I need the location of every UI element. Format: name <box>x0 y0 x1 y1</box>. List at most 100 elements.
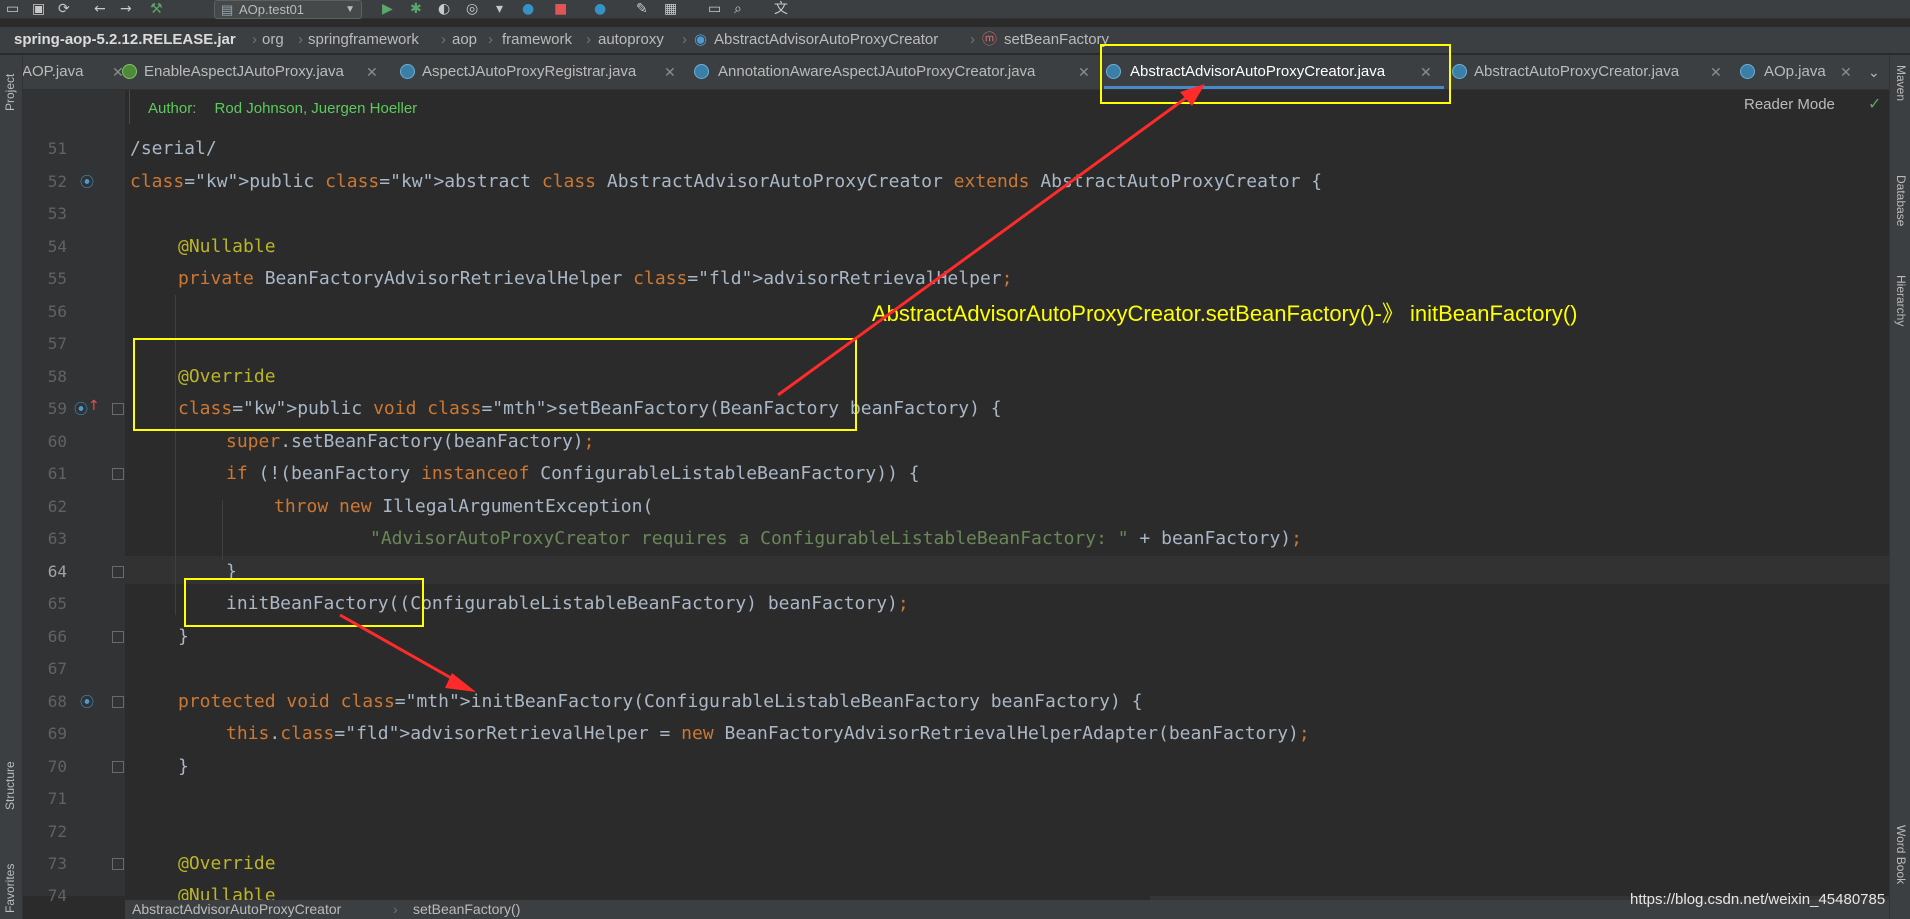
breadcrumb-separator: › <box>393 901 398 917</box>
close-icon[interactable]: ✕ <box>1078 55 1090 89</box>
open-folder-icon[interactable]: ▭ <box>6 1 19 17</box>
coverage-icon[interactable]: ◐ <box>438 1 450 17</box>
implements-icon[interactable]: ⦿ <box>80 172 94 192</box>
class-file-icon <box>400 64 415 79</box>
breadcrumb-jar[interactable]: spring-aop-5.2.12.RELEASE.jar <box>14 27 236 53</box>
word-book-panel-button[interactable]: Word Book <box>1894 825 1908 884</box>
overrides-icon[interactable]: ⦿ <box>74 399 88 419</box>
code-line[interactable]: if (!(beanFactory instanceof Configurabl… <box>226 463 920 484</box>
structure-panel-button[interactable]: Structure <box>3 761 17 810</box>
code-line[interactable]: super.setBeanFactory(beanFactory); <box>226 431 594 452</box>
inspection-ok-icon[interactable]: ✓ <box>1868 94 1881 113</box>
stop-icon[interactable]: ■ <box>554 1 567 17</box>
line-number: 72 <box>47 822 67 841</box>
breadcrumb-method[interactable]: setBeanFactory <box>1004 27 1109 53</box>
fold-icon[interactable] <box>112 566 124 578</box>
project-panel-button[interactable]: Project <box>3 74 17 111</box>
tab-label: AOP.java <box>22 63 84 80</box>
close-icon[interactable]: ✕ <box>366 55 378 89</box>
hierarchy-panel-button[interactable]: Hierarchy <box>1894 275 1908 326</box>
class-file-icon <box>694 64 709 79</box>
fold-icon[interactable] <box>112 403 124 415</box>
line-number: 51 <box>47 139 67 158</box>
fold-icon[interactable] <box>112 858 124 870</box>
settings-wrench-icon[interactable]: ✎ <box>636 1 648 17</box>
update-icon[interactable]: ● <box>522 1 534 17</box>
tab-list-chevron-icon[interactable]: ⌄ <box>1868 55 1880 89</box>
line-number: 66 <box>47 627 67 646</box>
fold-icon[interactable] <box>112 696 124 708</box>
tab-label: AnnotationAwareAspectJAutoProxyCreator.j… <box>718 63 1036 80</box>
right-tool-window-bar: Maven Database Hierarchy Word Book <box>1889 55 1910 919</box>
breadcrumb-separator: › <box>252 31 257 48</box>
search-icon[interactable]: ⌕ <box>734 1 742 17</box>
translate-icon[interactable]: 文 <box>774 1 788 17</box>
close-icon[interactable]: ✕ <box>1840 55 1852 89</box>
line-number: 61 <box>47 464 67 483</box>
back-icon[interactable]: ← <box>94 1 106 17</box>
reader-mode-toggle[interactable]: Reader Mode <box>1744 96 1835 113</box>
line-number: 73 <box>47 854 67 873</box>
line-number: 65 <box>47 594 67 613</box>
profile-icon[interactable]: ◎ <box>466 1 478 17</box>
highlight-box-tab <box>1100 44 1451 104</box>
code-line[interactable]: private BeanFactoryAdvisorRetrievalHelpe… <box>178 268 1012 289</box>
breadcrumb-org[interactable]: org <box>262 27 284 53</box>
tab-annotation-aware-aspectj-auto-proxy-creator[interactable]: AnnotationAwareAspectJAutoProxyCreator.j… <box>694 55 1090 89</box>
breadcrumb-framework[interactable]: framework <box>502 27 572 53</box>
run-configuration-select[interactable]: ▤ AOp.test01 ▼ <box>214 0 362 19</box>
run-icon[interactable]: ▶ <box>382 1 393 17</box>
tab-abstract-auto-proxy-creator[interactable]: AbstractAutoProxyCreator.java ✕ <box>1452 55 1730 89</box>
line-number: 62 <box>47 497 67 516</box>
main-toolbar: ▭ ▣ ⟳ ← → ⚒ ▤ AOp.test01 ▼ ▶ ✱ ◐ ◎ ▾ ● ■… <box>0 0 1910 19</box>
code-line[interactable]: "AdvisorAutoProxyCreator requires a Conf… <box>370 528 1302 549</box>
build-icon[interactable]: ⚒ <box>150 1 163 17</box>
breadcrumb-separator: › <box>441 31 446 48</box>
tab-label: AOp.java <box>1764 63 1826 80</box>
code-line[interactable]: throw new IllegalArgumentException( <box>274 496 653 517</box>
code-line[interactable]: @Nullable <box>178 236 276 257</box>
close-icon[interactable]: ✕ <box>1710 55 1722 89</box>
breadcrumb-separator: › <box>488 31 493 48</box>
override-arrow-up-icon[interactable]: ↑ <box>88 398 100 414</box>
breadcrumb-aop[interactable]: aop <box>452 27 477 53</box>
bottom-breadcrumb-method[interactable]: setBeanFactory() <box>413 900 520 919</box>
tab-aspectj-auto-proxy-registrar[interactable]: AspectJAutoProxyRegistrar.java ✕ <box>400 55 680 89</box>
code-line[interactable]: } <box>178 756 189 777</box>
code-editor[interactable] <box>125 90 1889 896</box>
more-run-dropdown-icon[interactable]: ▾ <box>496 1 503 17</box>
tab-enable-aspectj-auto-proxy[interactable]: EnableAspectJAutoProxy.java ✕ <box>122 55 384 89</box>
help-icon[interactable]: ● <box>594 1 606 17</box>
overridden-icon[interactable]: ⦿ <box>80 692 94 712</box>
doc-comment-border <box>129 90 130 124</box>
tab-aop-java-2[interactable]: AOp.java ✕ <box>1740 55 1858 89</box>
breadcrumb-separator: › <box>586 31 591 48</box>
breadcrumb-springframework[interactable]: springframework <box>308 27 419 53</box>
fold-icon[interactable] <box>112 761 124 773</box>
breadcrumb-class[interactable]: AbstractAdvisorAutoProxyCreator <box>714 27 938 53</box>
line-number: 55 <box>47 269 67 288</box>
close-icon[interactable]: ✕ <box>664 55 676 89</box>
favorites-panel-button[interactable]: Favorites <box>3 864 17 913</box>
fold-icon[interactable] <box>112 468 124 480</box>
save-icon[interactable]: ▣ <box>32 1 45 17</box>
code-line[interactable]: class="kw">public class="kw">abstract cl… <box>130 171 1322 192</box>
code-line[interactable]: this.class="fld">advisorRetrievalHelper … <box>226 723 1310 744</box>
code-line[interactable]: } <box>178 626 189 647</box>
bottom-breadcrumb-class[interactable]: AbstractAdvisorAutoProxyCreator <box>132 900 341 919</box>
database-panel-button[interactable]: Database <box>1894 175 1908 226</box>
fold-icon[interactable] <box>112 631 124 643</box>
code-line[interactable]: /serial/ <box>130 138 217 159</box>
forward-icon[interactable]: → <box>120 1 132 17</box>
breadcrumb-autoproxy[interactable]: autoproxy <box>598 27 664 53</box>
code-line[interactable]: @Override <box>178 853 276 874</box>
debug-icon[interactable]: ✱ <box>410 1 422 17</box>
code-line[interactable]: protected void class="mth">initBeanFacto… <box>178 691 1143 712</box>
tab-aop-java[interactable]: AOP.java ✕ <box>22 55 128 89</box>
refresh-icon[interactable]: ⟳ <box>58 1 70 17</box>
terminal-icon[interactable]: ▭ <box>708 1 721 17</box>
maven-panel-button[interactable]: Maven <box>1894 65 1908 101</box>
project-structure-icon[interactable]: ▦ <box>664 1 677 17</box>
breadcrumb-separator: › <box>298 31 303 48</box>
run-config-label: AOp.test01 <box>239 2 305 17</box>
